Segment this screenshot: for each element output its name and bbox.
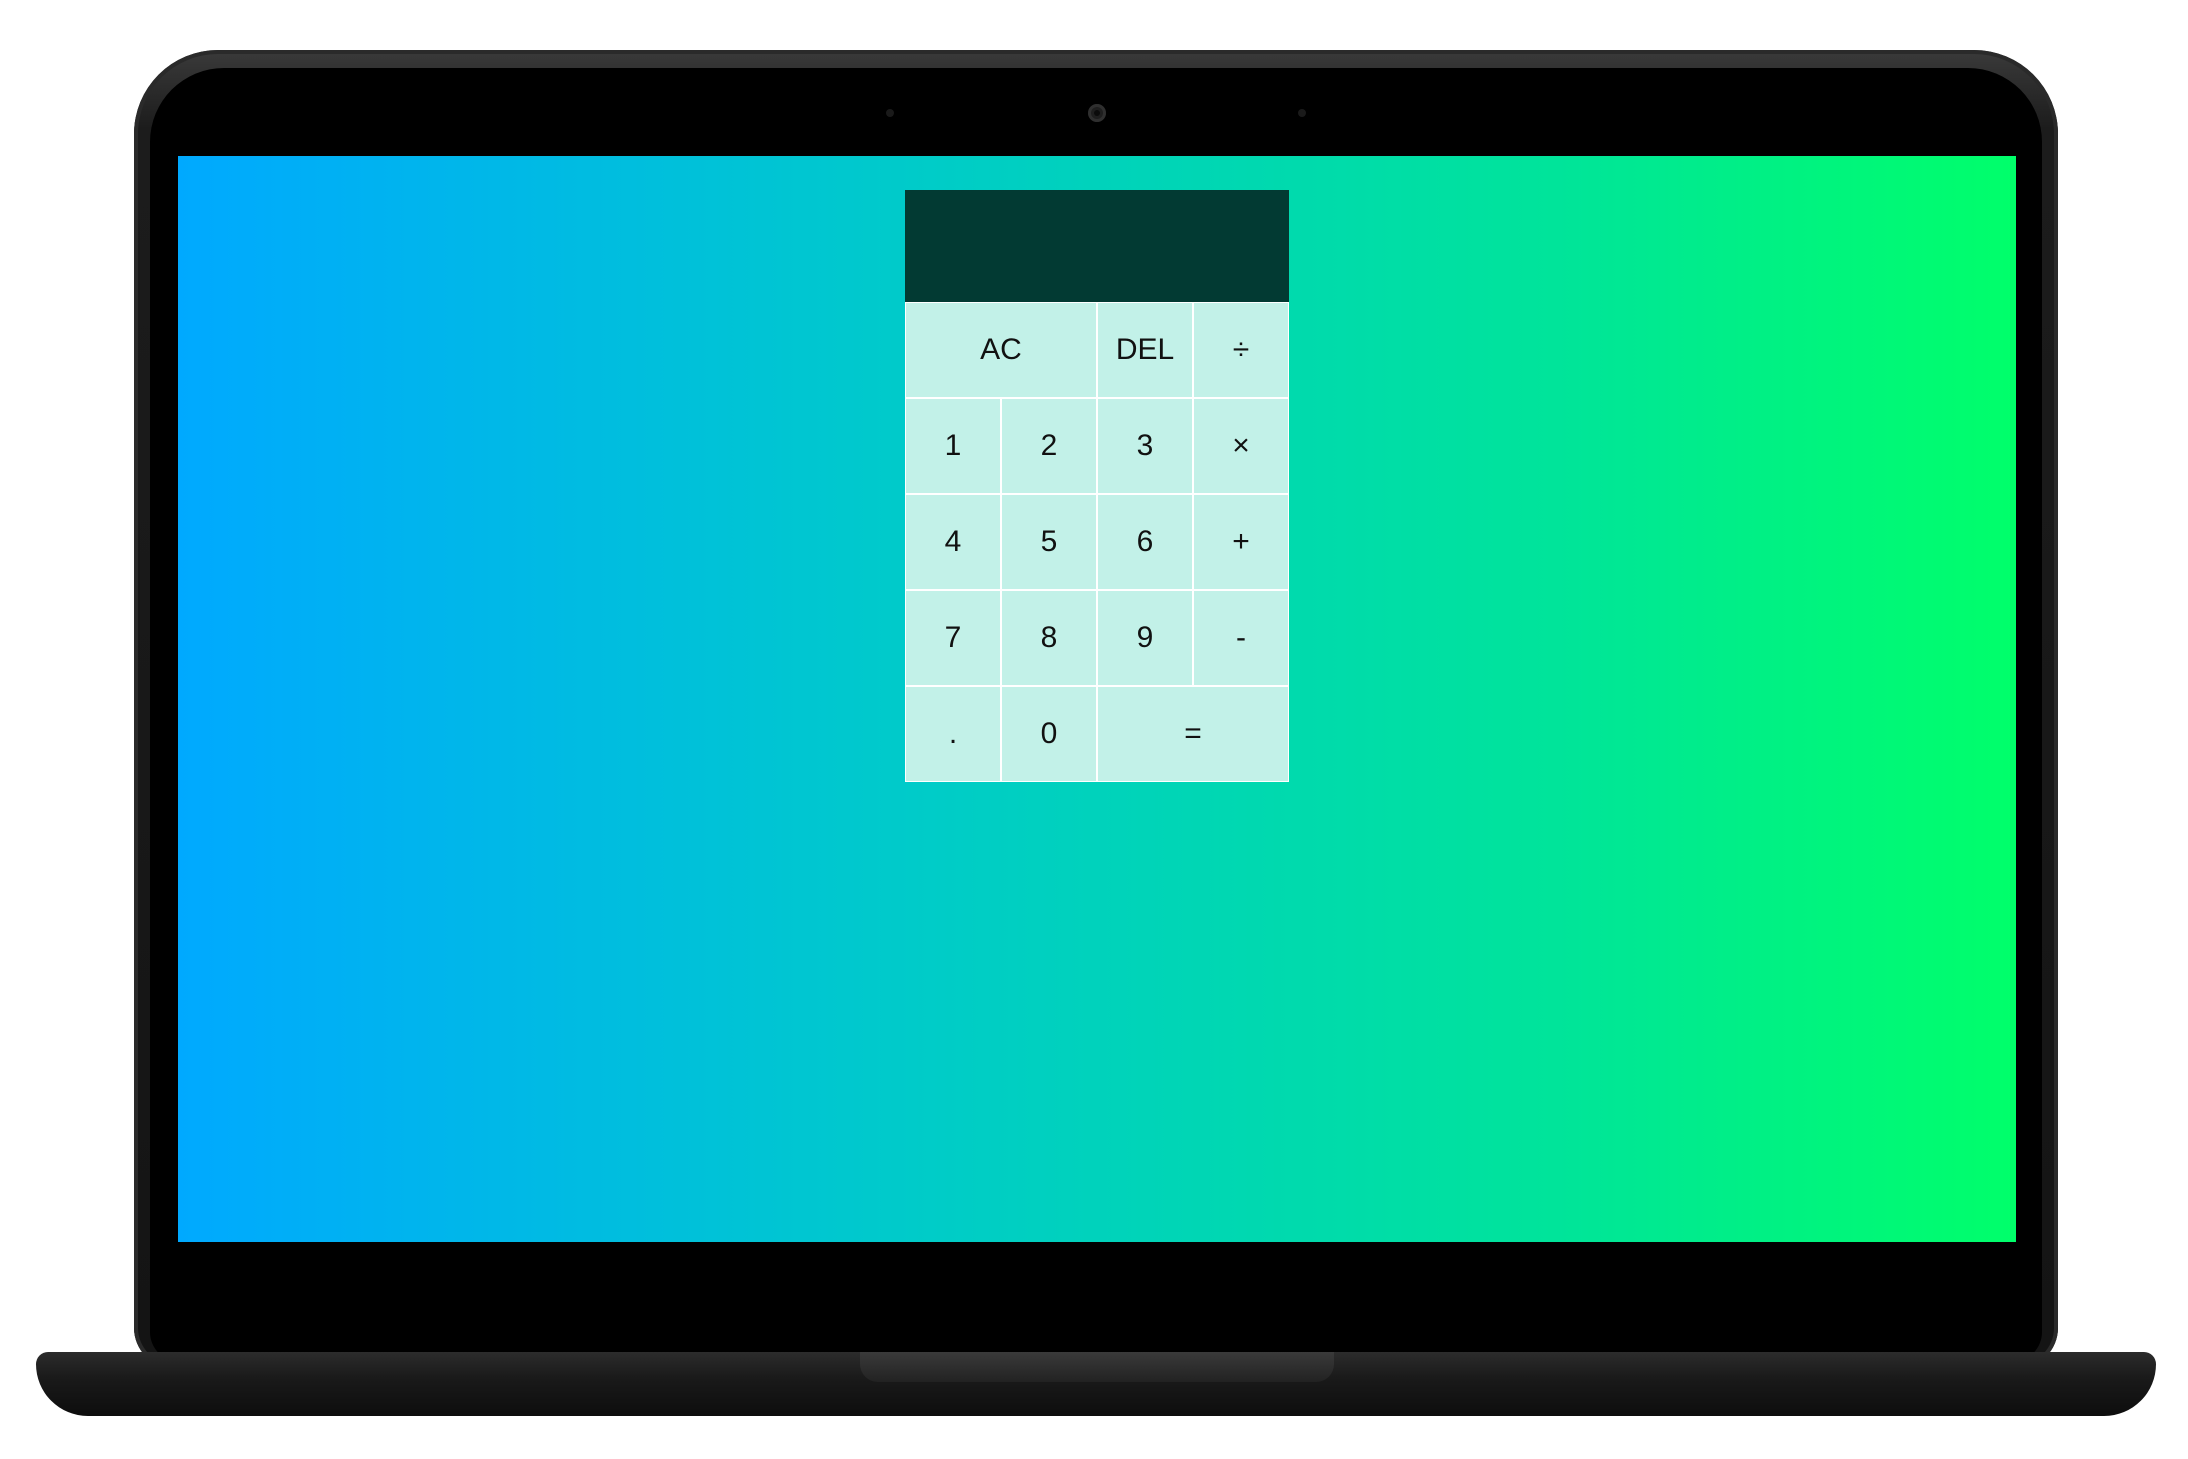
laptop-hinge-notch [860,1352,1334,1382]
decimal-button[interactable]: . [905,686,1001,782]
screen: AC DEL ÷ 1 2 3 × 4 5 6 + 7 8 9 - . 0 = [178,156,2016,1242]
digit-6-button[interactable]: 6 [1097,494,1193,590]
plus-button[interactable]: + [1193,494,1289,590]
minus-button[interactable]: - [1193,590,1289,686]
digit-2-button[interactable]: 2 [1001,398,1097,494]
laptop-mockup: AC DEL ÷ 1 2 3 × 4 5 6 + 7 8 9 - . 0 = [0,0,2188,1459]
digit-4-button[interactable]: 4 [905,494,1001,590]
multiply-button[interactable]: × [1193,398,1289,494]
all-clear-button[interactable]: AC [905,302,1097,398]
digit-1-button[interactable]: 1 [905,398,1001,494]
calculator-display [905,190,1289,302]
divide-button[interactable]: ÷ [1193,302,1289,398]
delete-button[interactable]: DEL [1097,302,1193,398]
calculator: AC DEL ÷ 1 2 3 × 4 5 6 + 7 8 9 - . 0 = [905,190,1289,782]
digit-8-button[interactable]: 8 [1001,590,1097,686]
equals-button[interactable]: = [1097,686,1289,782]
digit-5-button[interactable]: 5 [1001,494,1097,590]
webcam-icon [1088,104,1106,122]
digit-3-button[interactable]: 3 [1097,398,1193,494]
sensor-left-icon [886,109,894,117]
digit-7-button[interactable]: 7 [905,590,1001,686]
digit-9-button[interactable]: 9 [1097,590,1193,686]
sensor-right-icon [1298,109,1306,117]
digit-0-button[interactable]: 0 [1001,686,1097,782]
